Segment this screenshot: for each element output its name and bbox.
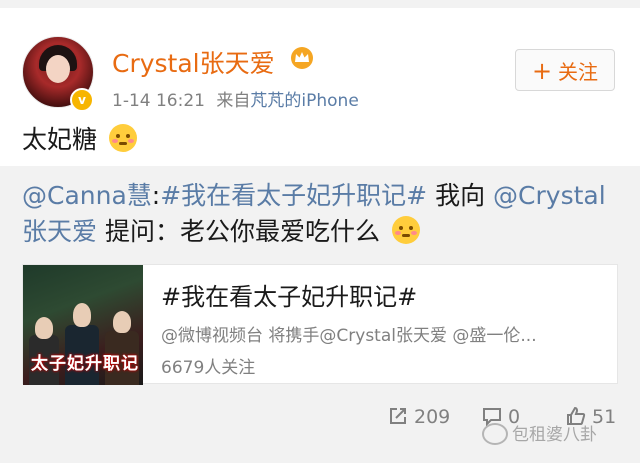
top-divider — [0, 0, 640, 8]
source-prefix: 来自 — [216, 91, 251, 111]
post-header: v Crystal张天爱 1-14 16:21 来自芃芃的iPhone + 关注 — [0, 8, 640, 112]
card-title[interactable]: #我在看太子妃升职记# — [161, 277, 417, 312]
topic-link[interactable]: #我在看太子妃升职记# — [160, 181, 427, 210]
figure — [35, 317, 53, 339]
watermark: 包租婆八卦 — [482, 420, 597, 445]
crown-icon — [291, 47, 313, 69]
cheek-left — [394, 231, 401, 235]
card-thumbnail: 太子妃升职记 — [23, 265, 143, 385]
repost-colon: : — [151, 181, 161, 210]
kiss-emoji-icon — [391, 216, 420, 244]
cheek-left — [111, 139, 118, 143]
thumbnail-title: 太子妃升职记 — [31, 354, 139, 374]
follow-button[interactable]: + 关注 — [515, 49, 615, 91]
repost-mid-text: 我向 — [427, 181, 494, 210]
avatar-face — [46, 55, 70, 83]
repost-button[interactable]: 209 — [388, 406, 450, 428]
figure — [113, 311, 131, 333]
source-device[interactable]: 芃芃的iPhone — [250, 91, 358, 111]
figure — [73, 303, 91, 327]
verified-badge-icon: v — [70, 88, 94, 112]
follow-label: 关注 — [558, 60, 599, 84]
blush-emoji-icon — [108, 124, 137, 152]
post-body: 太妃糖 — [22, 125, 98, 154]
plus-icon: + — [531, 57, 553, 85]
post-text: 太妃糖 — [22, 120, 137, 156]
post-meta: 1-14 16:21 来自芃芃的iPhone — [112, 86, 359, 111]
cheek-right — [410, 231, 417, 235]
repost-text: @Canna慧:#我在看太子妃升职记# 我向 @Crystal张天爱 提问：老公… — [22, 178, 622, 250]
card-description: @微博视频台 将携手@Crystal张天爱 @盛一伦... — [161, 326, 537, 346]
post-time: 1-14 16:21 — [112, 91, 205, 111]
mention-canna[interactable]: @Canna慧 — [22, 181, 152, 210]
wechat-icon — [482, 423, 508, 445]
cheek-right — [127, 139, 134, 143]
card-follow-count: 6679人关注 — [161, 358, 256, 378]
repost-count: 209 — [414, 406, 451, 428]
user-name[interactable]: Crystal张天爱 — [112, 44, 275, 80]
repost-icon — [390, 408, 406, 424]
topic-card[interactable]: 太子妃升职记 #我在看太子妃升职记# @微博视频台 将携手@Crystal张天爱… — [22, 264, 618, 385]
watermark-text: 包租婆八卦 — [512, 425, 597, 445]
repost-tail-text: 提问：老公你最爱吃什么 — [97, 217, 380, 246]
